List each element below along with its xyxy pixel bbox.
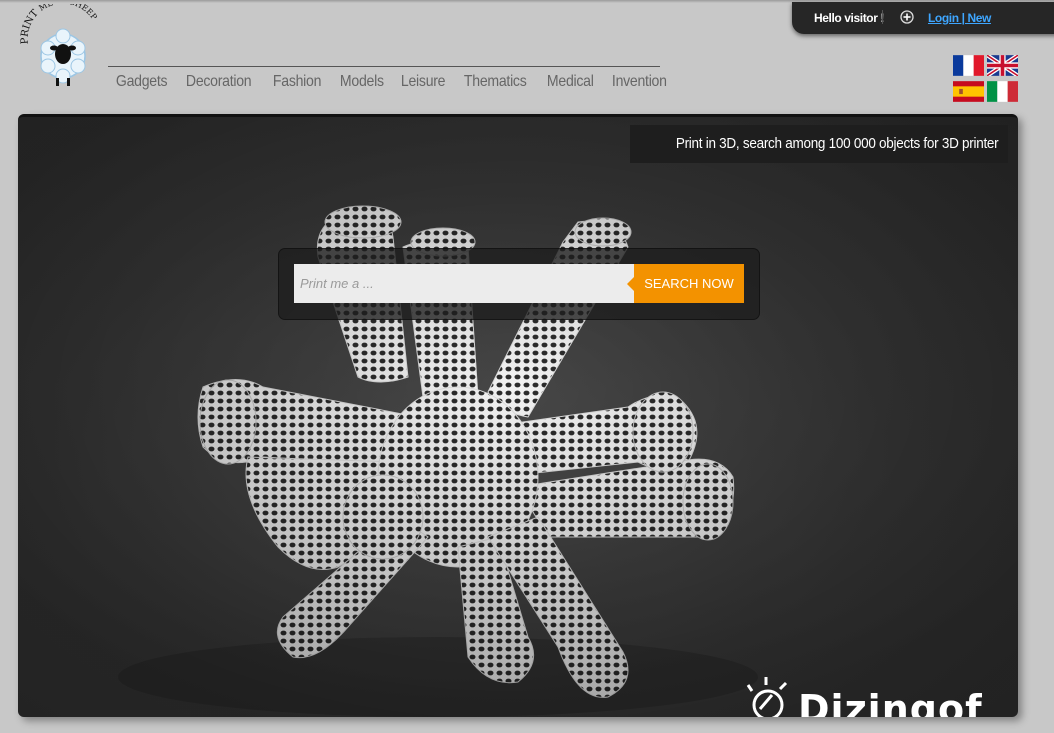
search-now-button[interactable]: SEARCH NOW xyxy=(627,264,744,303)
nav-item-medical[interactable]: Medical xyxy=(539,73,602,91)
logo-text-sheep: SHEEP xyxy=(69,4,99,22)
nav-item-fashion[interactable]: Fashion xyxy=(265,73,329,91)
logo-text-a: A xyxy=(55,4,67,7)
divider xyxy=(882,10,883,24)
sheep-icon xyxy=(40,28,86,86)
hero-tagline: Print in 3D, search among 100 000 object… xyxy=(629,125,1008,163)
designer-logo-icon xyxy=(746,677,788,717)
print-me-a-sheep-logo[interactable]: PRINT ME A SHEEP xyxy=(20,4,106,90)
nav-item-leisure[interactable]: Leisure xyxy=(393,73,453,91)
nav-item-models[interactable]: Models xyxy=(332,73,392,91)
search-panel: SEARCH NOW xyxy=(278,248,760,320)
nav-item-invention[interactable]: Invention xyxy=(604,73,675,91)
logo-text-print: PRINT xyxy=(20,8,41,45)
language-flags xyxy=(953,55,1021,103)
plus-icon[interactable] xyxy=(900,10,914,24)
flag-it-icon[interactable] xyxy=(987,81,1018,102)
flag-fr-icon[interactable] xyxy=(953,55,984,76)
tagline-text: Print in 3D, search among 100 000 object… xyxy=(675,135,998,152)
login-new-link[interactable]: Login | New xyxy=(928,11,991,25)
flag-es-icon[interactable] xyxy=(953,81,984,102)
search-input[interactable] xyxy=(294,264,634,303)
lattice-sculpture-image xyxy=(18,117,1018,717)
hero-banner: Print in 3D, search among 100 000 object… xyxy=(18,114,1018,717)
nav-item-thematics[interactable]: Thematics xyxy=(456,73,534,91)
user-panel: Hello visitor ! Login | New xyxy=(792,2,1054,34)
logo-text-me: ME xyxy=(37,4,54,13)
nav-item-gadgets[interactable]: Gadgets xyxy=(108,73,175,91)
main-nav: Gadgets Decoration Fashion Models Leisur… xyxy=(108,66,667,91)
watermark: Dizingof xyxy=(738,677,1018,717)
nav-item-decoration[interactable]: Decoration xyxy=(178,73,259,91)
flag-uk-icon[interactable] xyxy=(987,55,1018,76)
watermark-text: Dizingof xyxy=(798,687,983,717)
greeting-text: Hello visitor ! xyxy=(814,11,885,25)
